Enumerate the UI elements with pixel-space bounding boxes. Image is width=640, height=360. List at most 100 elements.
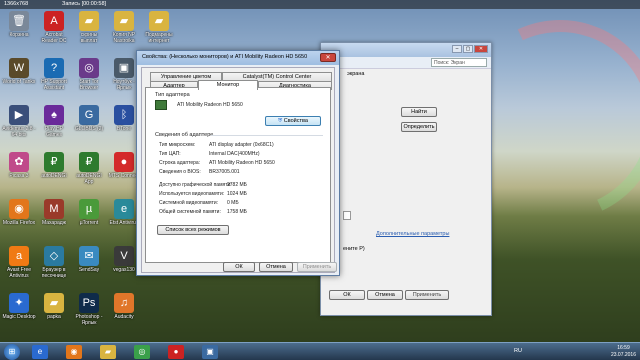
- apply-button[interactable]: Применить: [297, 262, 337, 272]
- desktop-icon[interactable]: ▶ Avidemux 2.8 - 64 bits: [2, 105, 36, 138]
- desktop-icon-label: HP Support Assistant: [41, 79, 67, 91]
- address-hint: экрана: [347, 71, 365, 77]
- desktop-icon-label: Play HP Games: [44, 126, 64, 138]
- window-controls: – ▢ ✕: [452, 45, 488, 53]
- app-icon: 🗑: [9, 11, 29, 31]
- app-icon: µ: [79, 199, 99, 219]
- desktop-icon[interactable]: ✿ Picasa 3: [2, 152, 36, 180]
- memory-row-label: Системной видеопамяти:: [159, 200, 219, 206]
- memory-row-value: 1024 МБ: [227, 191, 247, 197]
- properties-button[interactable]: ⛨ Свойства: [265, 116, 321, 126]
- search-input[interactable]: Поиск: Экран: [431, 58, 487, 67]
- app-icon: ✦: [9, 293, 29, 313]
- info-group-label: Сведения об адаптере: [155, 132, 214, 138]
- desktop-icon[interactable]: ₽ autoDENGI App: [72, 152, 106, 185]
- desktop-icon-label: Avast Free Antivirus: [6, 267, 32, 279]
- bg-cancel-button[interactable]: Отмена: [367, 290, 403, 300]
- desktop-icon[interactable]: µ µTorrent: [72, 199, 106, 227]
- info-separator: [211, 135, 323, 136]
- shield-icon: ⛨: [278, 118, 283, 124]
- adapter-properties-dialog: Свойства: (Несколько мониторов) и ATI Mo…: [136, 50, 340, 276]
- info-row-value: ATI display adapter (0x68C1): [209, 142, 274, 148]
- recorder-status: Запись [00:00:58]: [62, 1, 107, 7]
- memory-row-label: Общей системной памяти:: [159, 209, 221, 215]
- taskbar-app-icon[interactable]: ◉: [66, 345, 82, 359]
- desktop-icon[interactable]: ▰ Копия NP Nastroika: [107, 11, 141, 44]
- desktop-icon-label: Махарадж: [41, 220, 67, 226]
- dialog-close-icon[interactable]: ✕: [320, 53, 336, 62]
- desktop-icon[interactable]: ♫ Audacity: [107, 293, 141, 321]
- tab-monitor[interactable]: Монитор: [198, 80, 258, 90]
- desktop-icon[interactable]: M Махарадж: [37, 199, 71, 227]
- desktop-icon[interactable]: ◉ Mozilla Firefox: [2, 199, 36, 227]
- close-icon[interactable]: ✕: [474, 45, 488, 53]
- bg-apply-button[interactable]: Применить: [405, 290, 449, 300]
- desktop-icon-label: скрины выплат: [80, 32, 98, 44]
- adapter-name: ATI Mobility Radeon HD 5650: [177, 102, 243, 108]
- desktop-icon[interactable]: Ps Photoshop - Ярлык: [72, 293, 106, 326]
- desktop-icon[interactable]: W World of Tanks: [2, 58, 36, 86]
- taskbar-app-icon[interactable]: e: [32, 345, 48, 359]
- language-indicator[interactable]: RU: [514, 348, 522, 354]
- detect-button[interactable]: Определить: [401, 122, 437, 132]
- app-icon: V: [114, 246, 134, 266]
- recorder-bar: 1366x768 Запись [00:00:58]: [0, 0, 640, 9]
- cancel-button[interactable]: Отмена: [259, 262, 293, 272]
- app-icon: ♠: [44, 105, 64, 125]
- app-icon: ᛒ: [114, 105, 134, 125]
- app-icon: ▣: [114, 58, 134, 78]
- desktop-icon[interactable]: 🗑 Корзина: [2, 11, 36, 39]
- display-settings-window: – ▢ ✕ Поиск: Экран экрана Найти Определи…: [320, 42, 492, 316]
- desktop-icon-label: Magic Desktop: [2, 314, 36, 320]
- memory-row-label: Доступно графической памяти:: [159, 182, 232, 188]
- desktop-icon-label: Avidemux 2.8 - 64 bits: [2, 126, 36, 138]
- info-row-value: BR37005.001: [209, 169, 240, 175]
- desktop-icon[interactable]: ▰ Подмарены интернет: [142, 11, 176, 44]
- app-icon: ◉: [9, 199, 29, 219]
- desktop-icon-label: GLOBUS (2): [74, 126, 104, 132]
- find-button[interactable]: Найти: [401, 107, 437, 117]
- taskbar-app-icon[interactable]: ▣: [202, 345, 218, 359]
- desktop-icon[interactable]: a Avast Free Antivirus: [2, 246, 36, 279]
- desktop-icon[interactable]: ◇ Браузер в песочнице: [37, 246, 71, 279]
- desktop-icon-label: autoDENGI App: [76, 173, 102, 185]
- maximize-icon[interactable]: ▢: [463, 45, 473, 53]
- desktop-icon[interactable]: ◎ Start Tor Browser: [72, 58, 106, 91]
- bg-ok-button[interactable]: ОК: [329, 290, 365, 300]
- desktop-icon-label: autoDENGI: [41, 173, 67, 179]
- adapter-panel: [145, 87, 331, 263]
- start-button[interactable]: ⊞: [4, 344, 20, 360]
- info-row-label: Сведения о BIOS:: [159, 169, 201, 175]
- desktop-icon[interactable]: G GLOBUS (2): [72, 105, 106, 133]
- desktop-icon[interactable]: ? HP Support Assistant: [37, 58, 71, 91]
- app-icon: Ps: [79, 293, 99, 313]
- desktop-icon[interactable]: ♠ Play HP Games: [37, 105, 71, 138]
- memory-row-value: 1758 МБ: [227, 209, 247, 215]
- minimize-icon[interactable]: –: [452, 45, 462, 53]
- app-icon: M: [44, 199, 64, 219]
- desktop-icon-label: Mozilla Firefox: [2, 220, 36, 226]
- desktop-icon[interactable]: ✉ SendSay: [72, 246, 106, 274]
- adapter-type-label: Тип адаптера: [155, 92, 190, 98]
- ok-button[interactable]: ОК: [223, 262, 255, 272]
- taskbar-app-icon[interactable]: ◎: [134, 345, 150, 359]
- desktop-icon[interactable]: A Acrobat Reader DC: [37, 11, 71, 44]
- dropdown-fragment[interactable]: [343, 211, 351, 220]
- clock-date: 23.07.2016: [610, 351, 636, 358]
- list-all-modes-button[interactable]: Список всех режимов: [157, 225, 229, 235]
- desktop-icon-label: Picasa 3: [9, 173, 29, 179]
- desktop-icon[interactable]: ✦ Magic Desktop: [2, 293, 36, 321]
- app-icon: e: [114, 199, 134, 219]
- desktop-icon[interactable]: ▰ скрины выплат: [72, 11, 106, 44]
- info-row-label: Тип ЦАП:: [159, 151, 181, 157]
- clock[interactable]: 16:59 23.07.2016: [611, 345, 636, 358]
- taskbar-app-icon[interactable]: ●: [168, 345, 184, 359]
- taskbar-app-icon[interactable]: ▰: [100, 345, 116, 359]
- app-icon: ▰: [44, 293, 64, 313]
- desktop-icon[interactable]: ▰ papka: [37, 293, 71, 321]
- desktop-icon-label: papka: [47, 314, 61, 320]
- app-icon: ₽: [44, 152, 64, 172]
- app-icon: A: [44, 11, 64, 31]
- advanced-settings-link[interactable]: Дополнительные параметры: [376, 231, 449, 237]
- desktop-icon[interactable]: ₽ autoDENGI: [37, 152, 71, 180]
